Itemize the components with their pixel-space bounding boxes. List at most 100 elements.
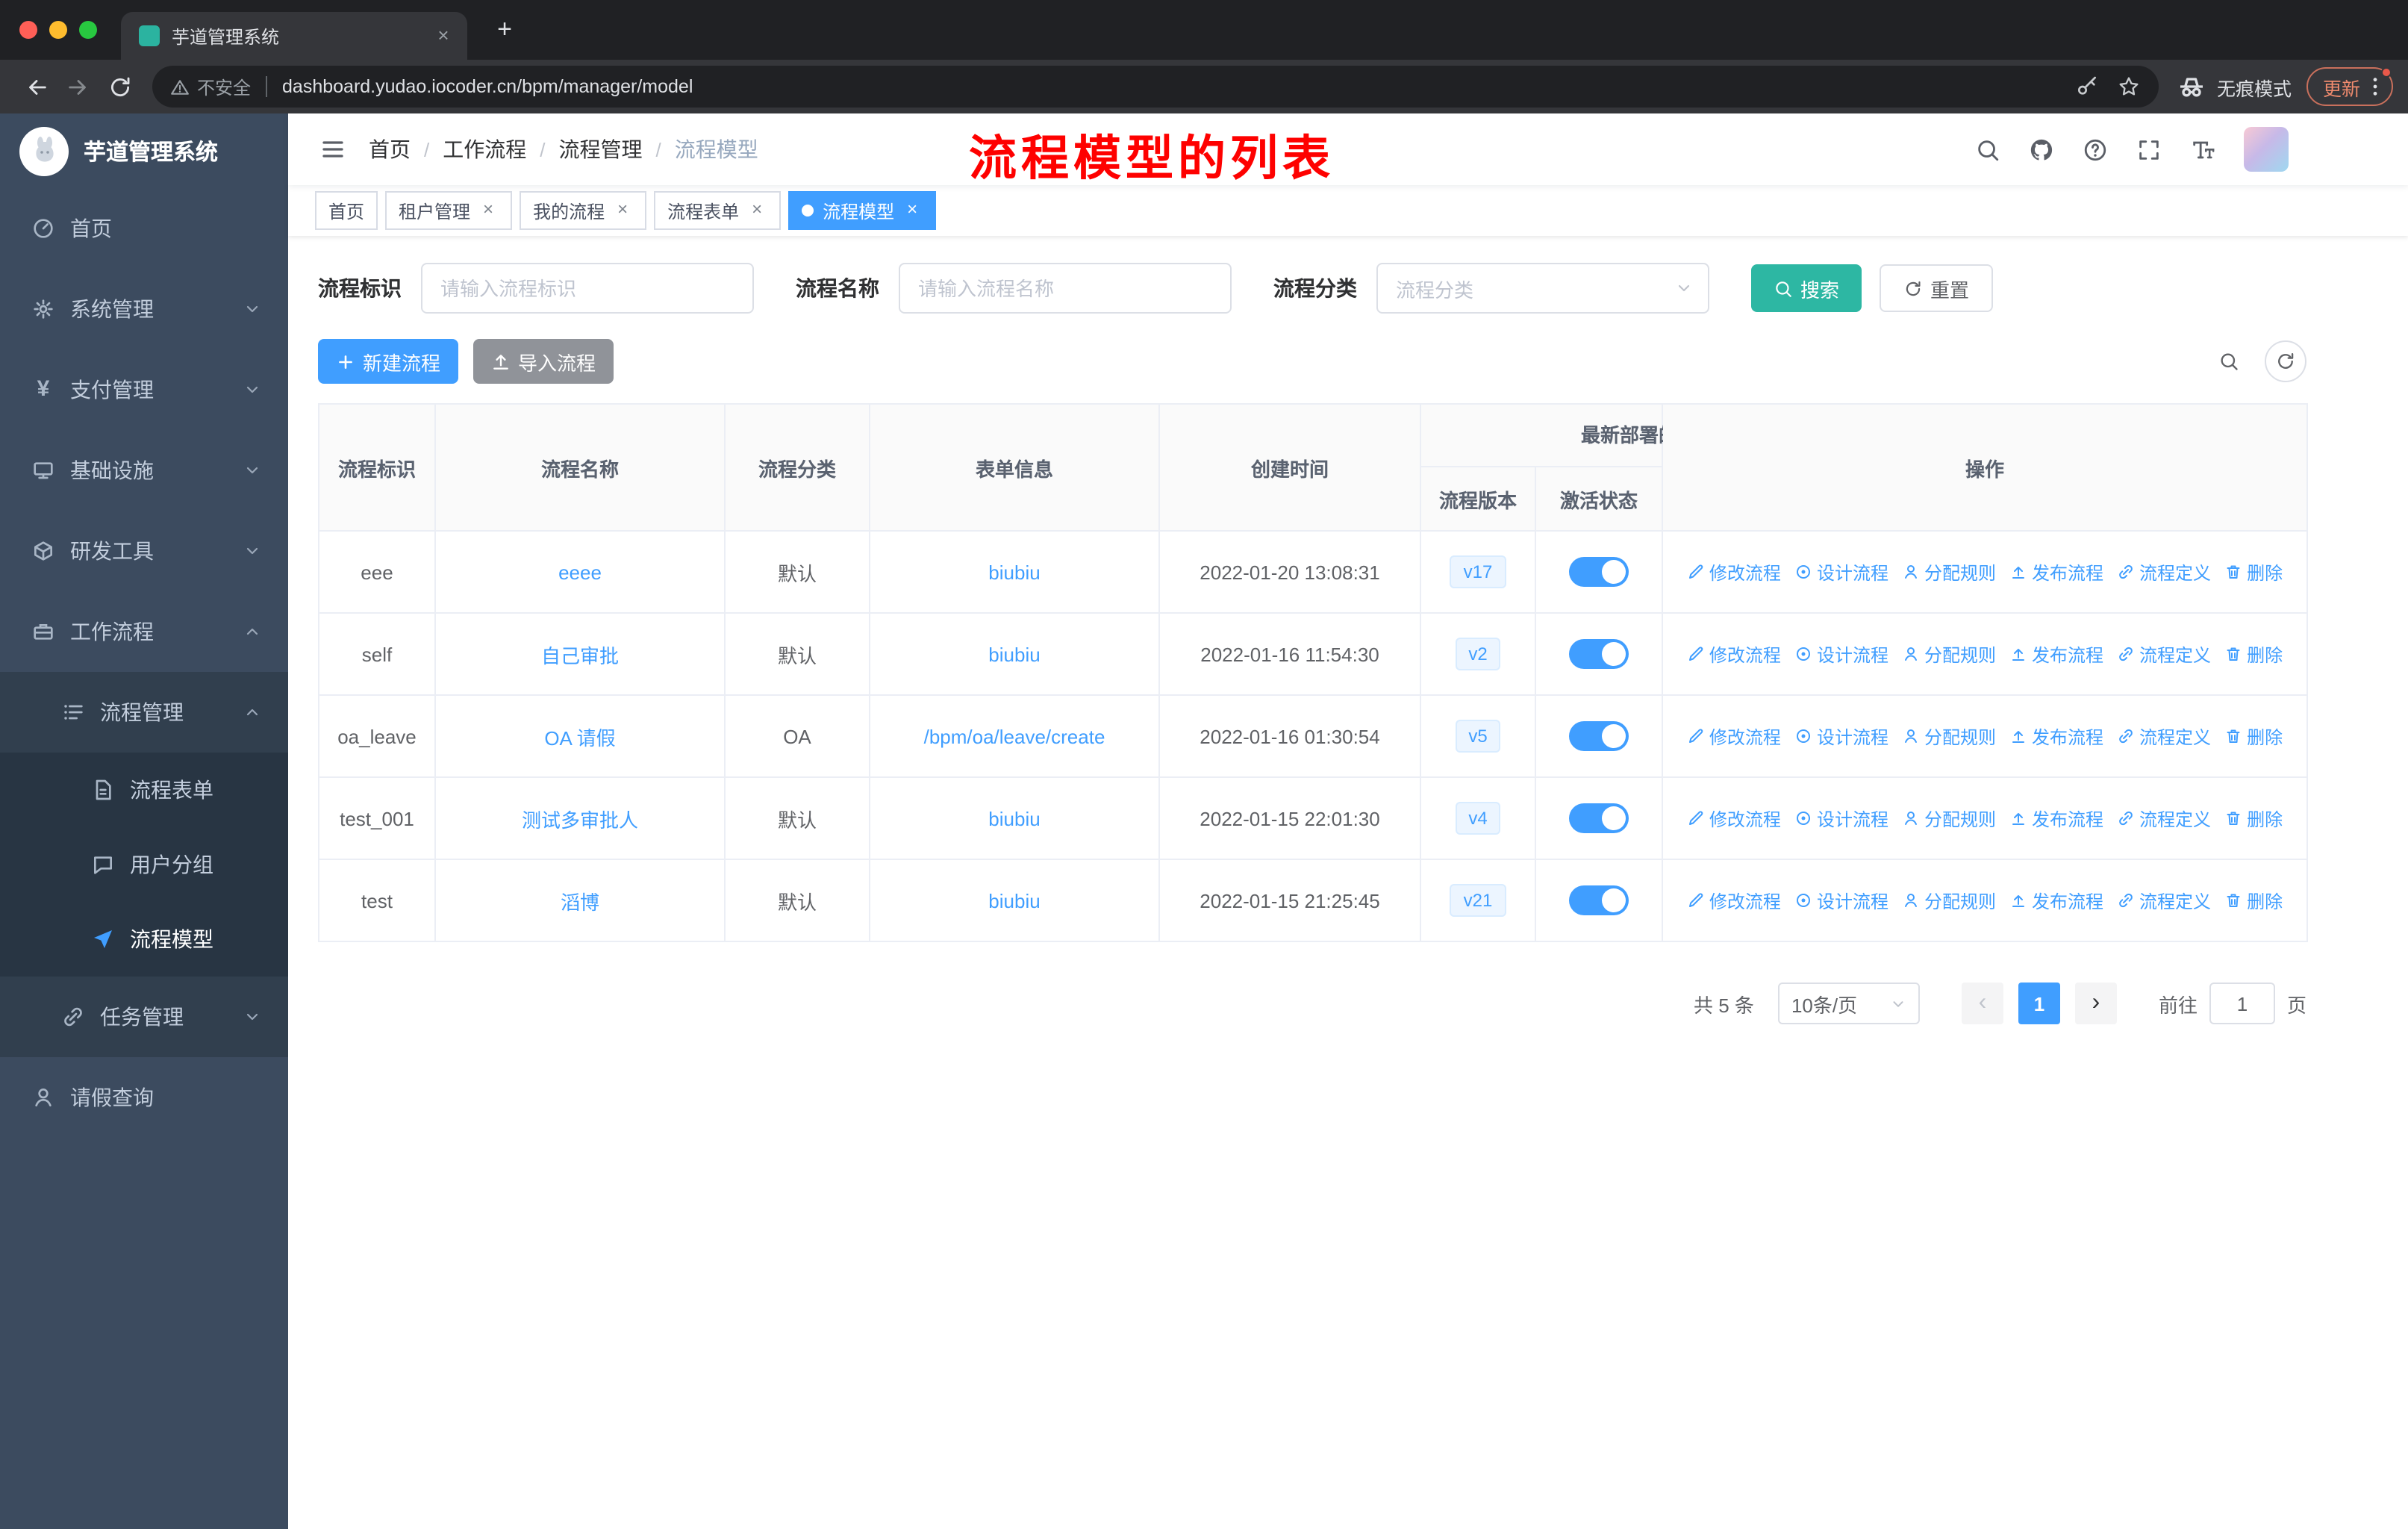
window-close-button[interactable] — [19, 21, 37, 39]
prev-page-button[interactable]: ‹ — [1961, 983, 2003, 1024]
action-publish[interactable]: 发布流程 — [2009, 806, 2103, 831]
reload-button[interactable] — [99, 66, 140, 108]
sidebar-item-task-mgmt[interactable]: 任务管理 — [0, 977, 288, 1057]
breadcrumb-item[interactable]: 流程管理 — [559, 134, 643, 164]
action-assign-rule[interactable]: 分配规则 — [1902, 723, 1996, 749]
sidebar-item-home[interactable]: 首页 — [0, 188, 288, 269]
process-id-input[interactable] — [421, 263, 754, 314]
tag-home[interactable]: 首页 — [315, 191, 378, 230]
version-badge[interactable]: v4 — [1455, 802, 1501, 835]
tag-close-icon[interactable]: × — [902, 199, 923, 221]
search-button[interactable]: 搜索 — [1751, 264, 1862, 312]
address-bar[interactable]: 不安全 dashboard.yudao.iocoder.cn/bpm/manag… — [152, 66, 2159, 108]
action-edit[interactable]: 修改流程 — [1687, 888, 1781, 913]
action-definition[interactable]: 流程定义 — [2117, 888, 2211, 913]
action-assign-rule[interactable]: 分配规则 — [1902, 888, 1996, 913]
process-name-link[interactable]: 测试多审批人 — [522, 809, 638, 831]
toggle-search-button[interactable] — [2208, 340, 2250, 382]
tag-process-model[interactable]: 流程模型 × — [788, 191, 937, 230]
action-publish[interactable]: 发布流程 — [2009, 888, 2103, 913]
sidebar-item-leave-query[interactable]: 请假查询 — [0, 1057, 288, 1138]
version-badge[interactable]: v2 — [1455, 638, 1501, 670]
forward-button[interactable] — [57, 66, 99, 108]
import-process-button[interactable]: 导入流程 — [473, 339, 614, 384]
action-design[interactable]: 设计流程 — [1794, 806, 1888, 831]
action-delete[interactable]: 删除 — [2224, 806, 2283, 831]
page-size-select[interactable]: 10条/页 — [1777, 983, 1920, 1024]
form-link[interactable]: /bpm/oa/leave/create — [924, 725, 1105, 747]
window-zoom-button[interactable] — [79, 21, 97, 39]
process-name-input[interactable] — [899, 263, 1232, 314]
create-process-button[interactable]: 新建流程 — [318, 339, 459, 384]
sidebar-item-workflow[interactable]: 工作流程 — [0, 591, 288, 672]
security-indicator[interactable]: 不安全 — [170, 74, 251, 99]
tag-close-icon[interactable]: × — [746, 199, 767, 221]
goto-page-input[interactable] — [2209, 983, 2275, 1024]
breadcrumb-item[interactable]: 工作流程 — [443, 134, 526, 164]
tag-tenant[interactable]: 租户管理 × — [385, 191, 513, 230]
action-assign-rule[interactable]: 分配规则 — [1902, 641, 1996, 667]
key-icon[interactable] — [2075, 75, 2099, 99]
tab-close-icon[interactable]: × — [431, 24, 455, 48]
action-publish[interactable]: 发布流程 — [2009, 723, 2103, 749]
sidebar-item-system[interactable]: 系统管理 — [0, 269, 288, 349]
action-edit[interactable]: 修改流程 — [1687, 723, 1781, 749]
version-badge[interactable]: v17 — [1450, 555, 1506, 588]
category-select[interactable]: 流程分类 — [1376, 263, 1709, 314]
github-icon[interactable] — [2017, 125, 2065, 173]
sidebar-item-process-mgmt[interactable]: 流程管理 — [0, 672, 288, 753]
action-delete[interactable]: 删除 — [2224, 888, 2283, 913]
window-minimize-button[interactable] — [49, 21, 67, 39]
action-definition[interactable]: 流程定义 — [2117, 559, 2211, 585]
action-design[interactable]: 设计流程 — [1794, 559, 1888, 585]
action-definition[interactable]: 流程定义 — [2117, 723, 2211, 749]
sidebar-logo[interactable]: 芋道管理系统 — [0, 113, 288, 188]
active-toggle[interactable] — [1569, 721, 1629, 751]
active-toggle[interactable] — [1569, 639, 1629, 669]
action-edit[interactable]: 修改流程 — [1687, 806, 1781, 831]
action-publish[interactable]: 发布流程 — [2009, 641, 2103, 667]
avatar[interactable] — [2244, 127, 2289, 172]
active-toggle[interactable] — [1569, 557, 1629, 587]
sidebar-item-payment[interactable]: ¥ 支付管理 — [0, 349, 288, 430]
help-icon[interactable] — [2071, 125, 2118, 173]
form-link[interactable]: biubiu — [988, 561, 1040, 583]
page-number-current[interactable]: 1 — [2018, 983, 2060, 1024]
sidebar-item-process-form[interactable]: 流程表单 — [0, 753, 288, 827]
action-edit[interactable]: 修改流程 — [1687, 559, 1781, 585]
action-definition[interactable]: 流程定义 — [2117, 641, 2211, 667]
action-publish[interactable]: 发布流程 — [2009, 559, 2103, 585]
sidebar-item-infra[interactable]: 基础设施 — [0, 430, 288, 511]
fullscreen-icon[interactable] — [2124, 125, 2172, 173]
browser-menu-update-button[interactable]: 更新 — [2306, 67, 2393, 106]
font-size-icon[interactable] — [2178, 125, 2226, 173]
refresh-table-button[interactable] — [2265, 340, 2306, 382]
action-assign-rule[interactable]: 分配规则 — [1902, 806, 1996, 831]
action-delete[interactable]: 删除 — [2224, 723, 2283, 749]
action-assign-rule[interactable]: 分配规则 — [1902, 559, 1996, 585]
sidebar-item-devtools[interactable]: 研发工具 — [0, 511, 288, 591]
active-toggle[interactable] — [1569, 885, 1629, 915]
action-design[interactable]: 设计流程 — [1794, 888, 1888, 913]
process-name-link[interactable]: OA 请假 — [544, 726, 615, 749]
action-delete[interactable]: 删除 — [2224, 559, 2283, 585]
sidebar-collapse-button[interactable] — [288, 136, 369, 163]
form-link[interactable]: biubiu — [988, 889, 1040, 912]
reset-button[interactable]: 重置 — [1880, 264, 1994, 312]
form-link[interactable]: biubiu — [988, 807, 1040, 829]
action-edit[interactable]: 修改流程 — [1687, 641, 1781, 667]
active-toggle[interactable] — [1569, 803, 1629, 833]
form-link[interactable]: biubiu — [988, 643, 1040, 665]
back-button[interactable] — [15, 66, 57, 108]
sidebar-item-process-model[interactable]: 流程模型 — [0, 902, 288, 977]
process-name-link[interactable]: 滔博 — [561, 891, 599, 913]
version-badge[interactable]: v21 — [1450, 884, 1506, 917]
bookmark-star-icon[interactable] — [2117, 75, 2141, 99]
action-design[interactable]: 设计流程 — [1794, 641, 1888, 667]
process-name-link[interactable]: 自己审批 — [541, 644, 619, 667]
action-delete[interactable]: 删除 — [2224, 641, 2283, 667]
search-icon[interactable] — [1963, 125, 2011, 173]
process-name-link[interactable]: eeee — [558, 561, 602, 583]
action-design[interactable]: 设计流程 — [1794, 723, 1888, 749]
sidebar-item-user-group[interactable]: 用户分组 — [0, 827, 288, 902]
